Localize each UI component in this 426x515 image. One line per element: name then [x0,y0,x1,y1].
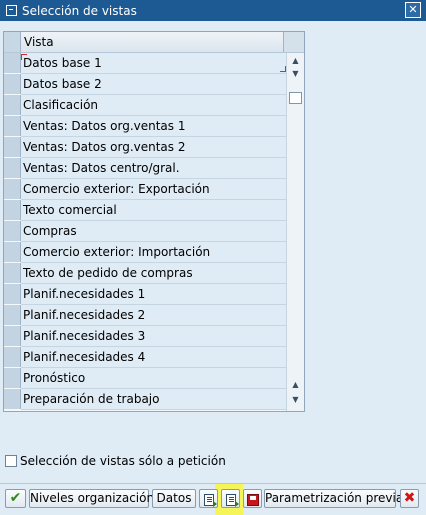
close-button[interactable]: ✕ [405,2,421,18]
table-row[interactable]: Preparación de trabajo [4,389,286,410]
save-button[interactable] [243,489,262,508]
table-cell[interactable]: Planif.necesidades 3 [21,326,286,347]
scroll-down-arrow-icon[interactable]: ▼ [287,394,304,406]
row-selector[interactable] [4,53,21,73]
table-row[interactable]: Datos base 2 [4,74,286,95]
row-selector[interactable] [4,389,21,409]
table-row[interactable]: Ventas: Datos org.ventas 2 [4,137,286,158]
save-icon [246,493,259,506]
table-header: Vista [4,32,304,53]
bottom-toolbar: ✔ Niveles organización Datos Parametriza… [0,483,426,515]
row-selector[interactable] [4,326,21,346]
column-header-vista[interactable]: Vista [21,32,284,52]
table-row[interactable]: Planif.necesidades 2 [4,305,286,326]
scroll-thumb[interactable] [289,92,302,104]
table-cell[interactable]: Ventas: Datos org.ventas 1 [21,116,286,137]
table-cell[interactable]: Clasificación [21,95,286,116]
default-values-button[interactable]: Parametrización previa [264,489,403,508]
scroll-up-arrow-icon[interactable]: ▲ [287,379,304,391]
row-selector[interactable] [4,263,21,283]
deselect-all-icon [225,493,239,507]
on-request-option[interactable]: Selección de vistas sólo a petición [5,454,226,468]
table-row[interactable]: Clasificación [4,95,286,116]
deselect-all-button[interactable] [221,489,240,508]
row-selector[interactable] [4,347,21,367]
org-levels-button[interactable]: Niveles organización [29,489,154,508]
row-selector[interactable] [4,221,21,241]
table-row[interactable]: Texto comercial [4,200,286,221]
on-request-label: Selección de vistas sólo a petición [20,454,226,468]
table-row[interactable]: Comercio exterior: Exportación [4,179,286,200]
select-all-corner[interactable] [4,32,21,52]
table-cell[interactable]: Ventas: Datos centro/gral. [21,158,286,179]
cancel-button[interactable]: ✖ [400,489,419,508]
check-icon: ✔ [9,490,22,506]
title-bar: Selección de vistas ✕ [0,0,426,21]
row-selector[interactable] [4,158,21,178]
table-cell[interactable]: Pronóstico [21,368,286,389]
table-cell[interactable]: Planif.necesidades 2 [21,305,286,326]
table-cell[interactable]: Compras [21,221,286,242]
row-selector[interactable] [4,200,21,220]
row-selector[interactable] [4,305,21,325]
on-request-checkbox[interactable] [5,455,17,467]
scroll-up-arrow-icon[interactable]: ▲ [287,55,304,67]
table-row[interactable]: Pronóstico [4,368,286,389]
table-row[interactable]: Ventas: Datos centro/gral. [4,158,286,179]
confirm-button[interactable]: ✔ [5,489,26,508]
table-cell[interactable]: Datos base 1 [21,53,286,74]
table-cell[interactable]: Texto de pedido de compras [21,263,286,284]
table-cell[interactable]: Comercio exterior: Importación [21,242,286,263]
row-selector[interactable] [4,368,21,388]
window-icon [6,5,17,16]
row-selector[interactable] [4,242,21,262]
table-rows: Datos base 1 Datos base 2 Clasificación … [4,53,286,410]
table-row[interactable]: Planif.necesidades 4 [4,347,286,368]
select-all-icon [203,493,217,507]
table-row[interactable]: Planif.necesidades 3 [4,326,286,347]
row-selector[interactable] [4,74,21,94]
row-selector[interactable] [4,116,21,136]
table-cell[interactable]: Planif.necesidades 4 [21,347,286,368]
vertical-scrollbar[interactable]: ▲ ▼ ▲ ▼ [286,53,304,411]
header-filler [284,32,304,52]
data-button[interactable]: Datos [152,489,196,508]
row-selector[interactable] [4,179,21,199]
table-row[interactable]: Comercio exterior: Importación [4,242,286,263]
row-selector[interactable] [4,284,21,304]
row-selector[interactable] [4,95,21,115]
table-cell[interactable]: Datos base 2 [21,74,286,95]
table-row[interactable]: Texto de pedido de compras [4,263,286,284]
table-cell[interactable]: Ventas: Datos org.ventas 2 [21,137,286,158]
table-cell[interactable]: Comercio exterior: Exportación [21,179,286,200]
cancel-icon: ✖ [403,490,416,506]
scroll-down-arrow-icon[interactable]: ▼ [287,68,304,80]
table-row[interactable]: Ventas: Datos org.ventas 1 [4,116,286,137]
views-table: Vista Datos base 1 Datos base 2 Clasific… [3,31,305,412]
table-row[interactable]: Compras [4,221,286,242]
table-cell[interactable]: Texto comercial [21,200,286,221]
row-selector[interactable] [4,137,21,157]
table-row[interactable]: Planif.necesidades 1 [4,284,286,305]
table-cell[interactable]: Planif.necesidades 1 [21,284,286,305]
window-title: Selección de vistas [22,3,137,18]
table-row[interactable]: Datos base 1 [4,53,286,74]
table-cell[interactable]: Preparación de trabajo [21,389,286,410]
select-all-button[interactable] [199,489,218,508]
